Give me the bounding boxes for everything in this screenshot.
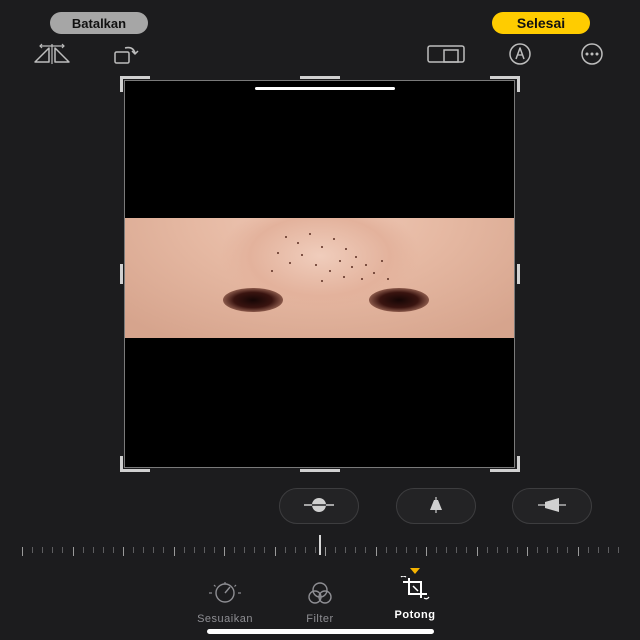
home-indicator xyxy=(207,629,434,634)
active-tab-indicator xyxy=(410,568,420,574)
ruler-tick xyxy=(214,547,215,553)
ruler-tick xyxy=(527,547,528,556)
markup-pen-icon[interactable] xyxy=(500,42,540,66)
adjust-dial-icon xyxy=(207,582,243,607)
tab-adjust-label: Sesuaikan xyxy=(197,613,253,625)
vertical-perspective-icon xyxy=(419,496,453,517)
ruler-tick xyxy=(224,547,225,556)
ruler-tick xyxy=(618,547,619,553)
ruler-tick xyxy=(507,547,508,553)
ruler-tick xyxy=(598,547,599,553)
ruler-tick xyxy=(22,547,23,556)
ruler-tick xyxy=(93,547,94,553)
ruler-tick xyxy=(345,547,346,553)
ruler-tick xyxy=(487,547,488,553)
ruler-center-indicator xyxy=(319,535,321,555)
ruler-tick xyxy=(62,547,63,553)
vertical-perspective-button[interactable] xyxy=(396,488,476,524)
ruler-tick xyxy=(416,547,417,553)
ruler-tick xyxy=(588,547,589,553)
ruler-tick xyxy=(83,547,84,553)
tab-filter-label: Filter xyxy=(306,613,334,625)
ruler-tick xyxy=(254,547,255,553)
ruler-tick xyxy=(123,547,124,556)
done-button[interactable]: Selesai xyxy=(492,12,590,34)
ruler-tick xyxy=(32,547,33,553)
crop-canvas[interactable] xyxy=(120,76,520,472)
more-icon[interactable] xyxy=(572,42,612,66)
ruler-tick xyxy=(315,547,316,553)
photo-preview xyxy=(124,80,515,468)
ruler-tick xyxy=(163,547,164,553)
horizontal-perspective-button[interactable] xyxy=(512,488,592,524)
straighten-icon xyxy=(302,496,336,517)
tab-crop[interactable]: Potong xyxy=(370,568,460,621)
cancel-button[interactable]: Batalkan xyxy=(50,12,148,34)
ruler-tick xyxy=(42,547,43,553)
ruler-tick xyxy=(305,547,306,553)
ruler-tick xyxy=(234,547,235,553)
ruler-tick xyxy=(396,547,397,553)
ruler-tick xyxy=(355,547,356,553)
ruler-tick xyxy=(335,547,336,553)
ruler-tick xyxy=(264,547,265,553)
crop-top-handle[interactable] xyxy=(255,87,395,90)
ruler-tick xyxy=(466,547,467,553)
ruler-tick xyxy=(52,547,53,553)
nose-photo xyxy=(125,218,514,338)
ruler-tick xyxy=(537,547,538,553)
ruler-tick xyxy=(133,547,134,553)
tab-crop-label: Potong xyxy=(394,609,436,621)
crop-rotate-icon xyxy=(397,575,433,603)
ruler-tick xyxy=(406,547,407,553)
ruler-tick xyxy=(184,547,185,553)
ruler-tick xyxy=(446,547,447,553)
filter-circles-icon xyxy=(302,582,338,607)
aspect-ratio-icon[interactable] xyxy=(426,42,466,66)
rotation-ruler[interactable] xyxy=(22,535,619,559)
rotate-icon[interactable] xyxy=(106,42,146,66)
ruler-tick xyxy=(204,547,205,553)
ruler-tick xyxy=(103,547,104,553)
ruler-tick xyxy=(497,547,498,553)
ruler-tick xyxy=(567,547,568,553)
tab-filter[interactable]: Filter xyxy=(275,574,365,625)
ruler-tick xyxy=(426,547,427,556)
horizontal-perspective-icon xyxy=(535,496,569,517)
tab-adjust[interactable]: Sesuaikan xyxy=(180,574,270,625)
straighten-button[interactable] xyxy=(279,488,359,524)
ruler-tick xyxy=(386,547,387,553)
ruler-tick xyxy=(608,547,609,553)
ruler-tick xyxy=(285,547,286,553)
ruler-tick xyxy=(153,547,154,553)
ruler-tick xyxy=(73,547,74,556)
ruler-tick xyxy=(325,547,326,556)
ruler-tick xyxy=(275,547,276,556)
ruler-tick xyxy=(456,547,457,553)
ruler-tick xyxy=(143,547,144,553)
flip-horizontal-icon[interactable] xyxy=(32,42,72,66)
ruler-tick xyxy=(436,547,437,553)
ruler-tick xyxy=(174,547,175,556)
ruler-tick xyxy=(194,547,195,553)
ruler-tick xyxy=(557,547,558,553)
ruler-tick xyxy=(365,547,366,553)
ruler-tick xyxy=(517,547,518,553)
ruler-tick xyxy=(113,547,114,553)
ruler-tick xyxy=(547,547,548,553)
ruler-tick xyxy=(244,547,245,553)
ruler-tick xyxy=(295,547,296,553)
ruler-tick xyxy=(477,547,478,556)
ruler-tick xyxy=(578,547,579,556)
ruler-tick xyxy=(376,547,377,556)
